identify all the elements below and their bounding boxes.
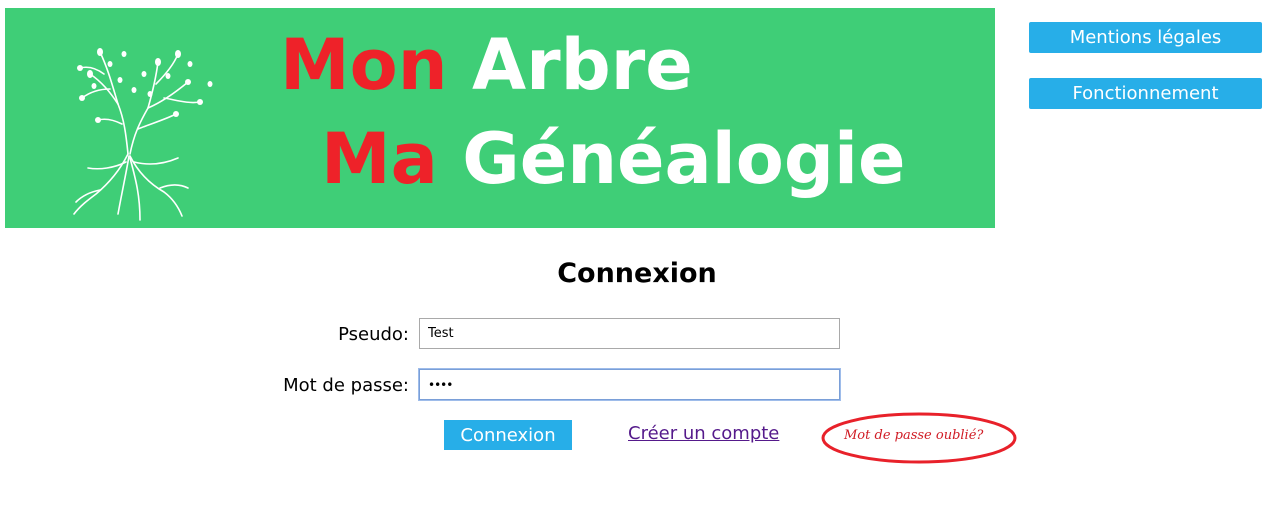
tree-icon — [73, 48, 213, 221]
site-title-line-1: Mon Arbre — [280, 30, 693, 100]
forgot-password-highlight: Mot de passe oublié? — [820, 411, 1018, 465]
page: Mon Arbre Ma Généalogie Mentions légales… — [0, 0, 1274, 526]
login-title: Connexion — [557, 258, 717, 289]
site-title-line-2: Ma Généalogie — [321, 124, 905, 194]
pseudo-input[interactable] — [419, 318, 840, 349]
password-input[interactable] — [419, 369, 840, 400]
title-word-mon: Mon — [280, 24, 448, 106]
title-word-arbre: Arbre — [471, 24, 693, 106]
header-banner: Mon Arbre Ma Généalogie — [5, 8, 995, 228]
title-word-ma: Ma — [321, 118, 438, 200]
create-account-link[interactable]: Créer un compte — [628, 423, 779, 444]
legal-notice-button[interactable]: Mentions légales — [1029, 22, 1262, 53]
pseudo-label: Pseudo: — [338, 324, 409, 345]
forgot-password-link[interactable]: Mot de passe oublié? — [844, 428, 983, 443]
login-submit-button[interactable]: Connexion — [444, 420, 572, 450]
how-it-works-button[interactable]: Fonctionnement — [1029, 78, 1262, 109]
password-label: Mot de passe: — [283, 375, 409, 396]
title-word-genealogie: Généalogie — [462, 118, 906, 200]
